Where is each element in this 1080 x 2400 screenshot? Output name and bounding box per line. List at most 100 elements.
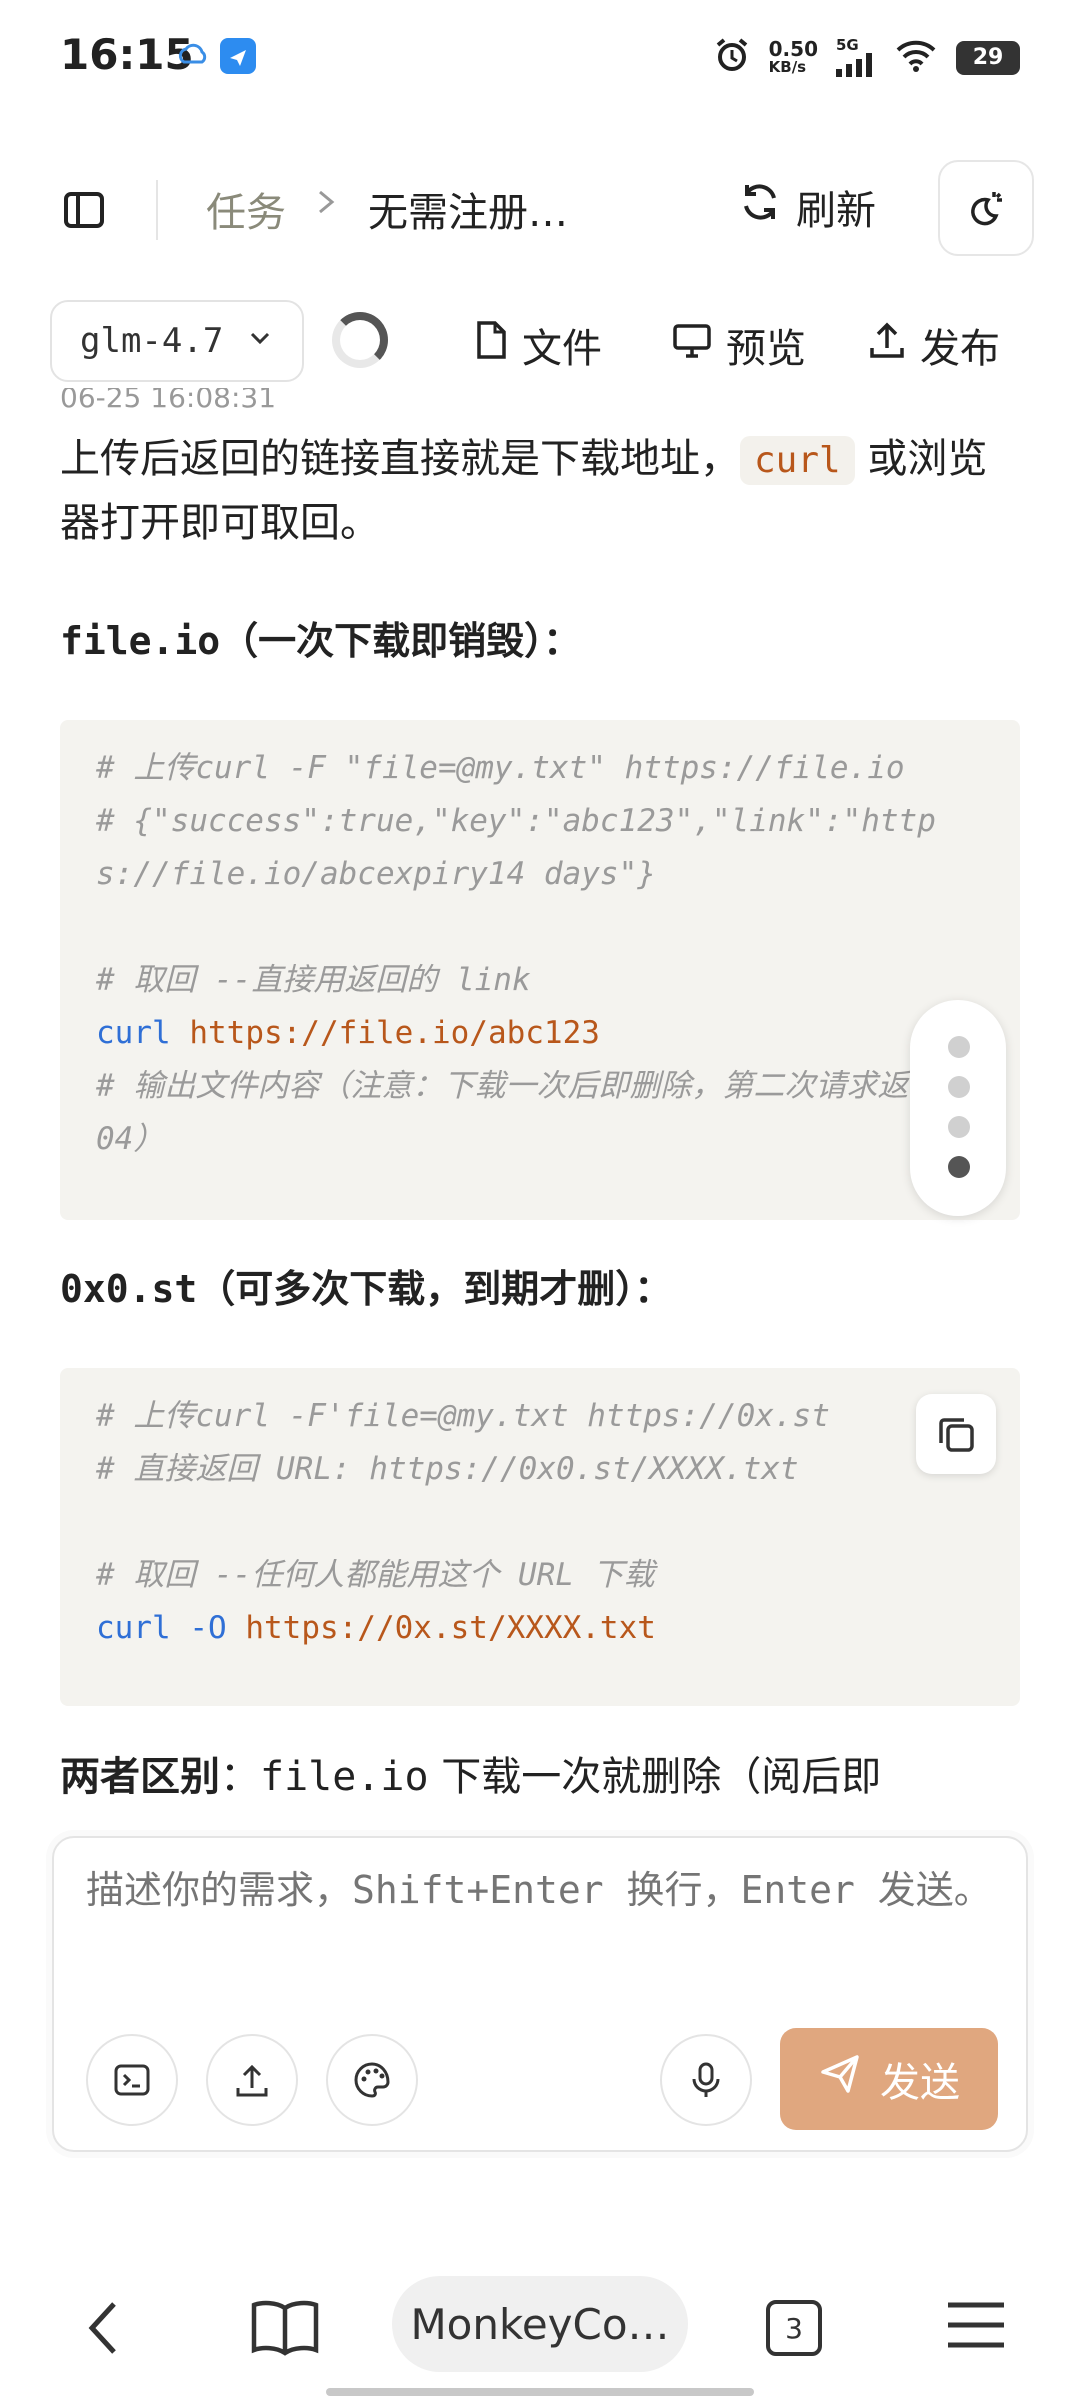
code-block-0x0: # 上传curl -F'file=@my.txt https://0x.st # … bbox=[60, 1368, 1020, 1706]
refresh-button[interactable]: 刷新 bbox=[738, 178, 876, 236]
send-button[interactable]: 发送 bbox=[780, 2028, 998, 2130]
sidebar-toggle-button[interactable] bbox=[62, 188, 106, 232]
back-icon bbox=[88, 2302, 116, 2354]
nav-dot[interactable] bbox=[948, 1076, 970, 1098]
microphone-icon bbox=[692, 2062, 720, 2097]
section-heading-fileio: file.io（一次下载即销毁）： bbox=[60, 610, 581, 665]
model-select-value: glm-4.7 bbox=[80, 321, 224, 361]
code-line: # 取回 --任何人都能用这个 URL 下载 bbox=[96, 1557, 655, 1593]
net-speed: 0.50 KB/s bbox=[768, 36, 818, 76]
app-notification-icon bbox=[220, 38, 256, 74]
diff-colon: ： bbox=[220, 1754, 260, 1800]
heading-text: （一次下载即销毁）： bbox=[220, 619, 582, 663]
code-line: # 上传curl -F'file=@my.txt https://0x.st bbox=[96, 1398, 830, 1434]
refresh-icon bbox=[738, 180, 782, 234]
book-icon bbox=[251, 2300, 319, 2356]
hamburger-icon bbox=[948, 2302, 1004, 2348]
toolbar: glm-4.7 文件 预览 发布 bbox=[0, 300, 1080, 390]
upload-attachment-button[interactable] bbox=[206, 2034, 298, 2126]
code-line: curl https://file.io/abc123 bbox=[96, 1007, 984, 1060]
header-divider bbox=[156, 180, 158, 240]
send-label: 发送 bbox=[880, 2060, 960, 2106]
menu-button[interactable] bbox=[946, 2300, 1006, 2354]
refresh-label: 刷新 bbox=[796, 188, 876, 234]
message-timestamp: 06-25 16:08:31 bbox=[60, 388, 277, 414]
files-button[interactable]: 文件 bbox=[474, 316, 602, 374]
para-text-before: 上传后返回的链接直接就是下载地址， bbox=[60, 436, 740, 482]
loading-spinner bbox=[332, 312, 388, 368]
network-type: 5G bbox=[836, 36, 859, 54]
signal-bars-icon bbox=[836, 53, 876, 78]
status-time: 16:15 bbox=[60, 30, 194, 79]
copy-icon bbox=[939, 1418, 974, 1452]
file-icon bbox=[474, 320, 508, 370]
files-label: 文件 bbox=[522, 326, 602, 372]
upload-icon bbox=[868, 320, 906, 370]
nav-dot[interactable] bbox=[948, 1036, 970, 1058]
status-bar: 16:15 0.50 KB/s 5G 29 bbox=[0, 0, 1080, 120]
terminal-icon bbox=[114, 2064, 150, 2096]
message-composer: 发送 bbox=[52, 1836, 1028, 2152]
theme-icon bbox=[971, 192, 1002, 226]
nav-dot-active[interactable] bbox=[948, 1156, 970, 1178]
code-block-fileio: # 上传curl -F "file=@my.txt" https://file.… bbox=[60, 720, 1020, 1220]
publish-button[interactable]: 发布 bbox=[868, 316, 1000, 374]
net-speed-value: 0.50 bbox=[768, 36, 818, 61]
preview-button[interactable]: 预览 bbox=[672, 316, 806, 374]
preview-label: 预览 bbox=[726, 326, 806, 372]
url-bar[interactable]: MonkeyCo… bbox=[392, 2276, 688, 2372]
prompt-input[interactable] bbox=[84, 1862, 1008, 1996]
monitor-icon bbox=[672, 320, 712, 370]
send-icon bbox=[818, 2052, 862, 2106]
alarm-icon bbox=[713, 36, 751, 79]
nav-dot[interactable] bbox=[948, 1116, 970, 1138]
copy-code-button[interactable] bbox=[916, 1394, 996, 1474]
code-line: # 上传curl -F "file=@my.txt" https://file.… bbox=[96, 750, 905, 786]
wifi-icon bbox=[894, 37, 938, 78]
signal: 5G bbox=[836, 37, 876, 78]
difference-paragraph: 两者区别：file.io 下载一次就删除（阅后即 bbox=[60, 1744, 881, 1802]
tabs-button[interactable]: 3 bbox=[766, 2300, 822, 2356]
chevron-right-icon bbox=[312, 182, 342, 231]
heading-code: file.io bbox=[60, 619, 221, 663]
breadcrumb-tasks[interactable]: 任务 bbox=[206, 180, 286, 238]
browser-bottom-bar: MonkeyCo… 3 bbox=[0, 2268, 1080, 2388]
palette-icon bbox=[354, 2062, 390, 2098]
upload-icon bbox=[236, 2064, 268, 2097]
code-line: # 取回 --直接用返回的 link bbox=[96, 962, 531, 998]
theme-toggle-button[interactable] bbox=[938, 160, 1034, 256]
inline-code: curl bbox=[740, 436, 855, 485]
cloud-sync-icon bbox=[176, 38, 212, 74]
publish-label: 发布 bbox=[920, 326, 1000, 372]
diff-code: file.io bbox=[260, 1754, 429, 1800]
code-line: # 输出文件内容（注意：下载一次后即删除，第二次请求返回 404） bbox=[96, 1068, 977, 1157]
home-indicator[interactable] bbox=[326, 2388, 754, 2396]
chevron-down-icon bbox=[246, 321, 274, 361]
code-command: curl bbox=[96, 1610, 171, 1646]
section-heading-0x0: 0x0.st（可多次下载，到期才删）： bbox=[60, 1258, 672, 1313]
heading-text: （可多次下载，到期才删）： bbox=[197, 1267, 673, 1311]
battery-indicator: 29 bbox=[956, 40, 1020, 75]
code-command: curl bbox=[96, 1015, 171, 1051]
code-url: https://0x.st/XXXX.txt bbox=[245, 1610, 656, 1646]
palette-button[interactable] bbox=[326, 2034, 418, 2126]
code-flag: -O bbox=[189, 1610, 227, 1646]
answer-paragraph: 上传后返回的链接直接就是下载地址， curl 或浏览器打开即可取回。 bbox=[60, 428, 1020, 554]
diff-text: 下载一次就删除（阅后即 bbox=[428, 1754, 882, 1800]
terminal-button[interactable] bbox=[86, 2034, 178, 2126]
code-line: # {"success":true,"key":"abc123","link":… bbox=[96, 803, 936, 892]
back-button[interactable] bbox=[84, 2298, 124, 2362]
code-line: curl -O https://0x.st/XXXX.txt bbox=[96, 1602, 984, 1655]
heading-code: 0x0.st bbox=[60, 1267, 198, 1311]
code-line: # 直接返回 URL: https://0x0.st/XXXX.txt bbox=[96, 1451, 799, 1487]
header-bar: 任务 无需注册… 刷新 bbox=[0, 160, 1080, 260]
net-speed-unit: KB/s bbox=[768, 57, 807, 76]
sidebar-icon bbox=[64, 192, 104, 228]
breadcrumb-current[interactable]: 无需注册… bbox=[368, 180, 568, 238]
message-navigator[interactable] bbox=[910, 1000, 1006, 1216]
voice-input-button[interactable] bbox=[660, 2034, 752, 2126]
bookmarks-button[interactable] bbox=[250, 2298, 320, 2362]
model-select[interactable]: glm-4.7 bbox=[50, 300, 304, 382]
